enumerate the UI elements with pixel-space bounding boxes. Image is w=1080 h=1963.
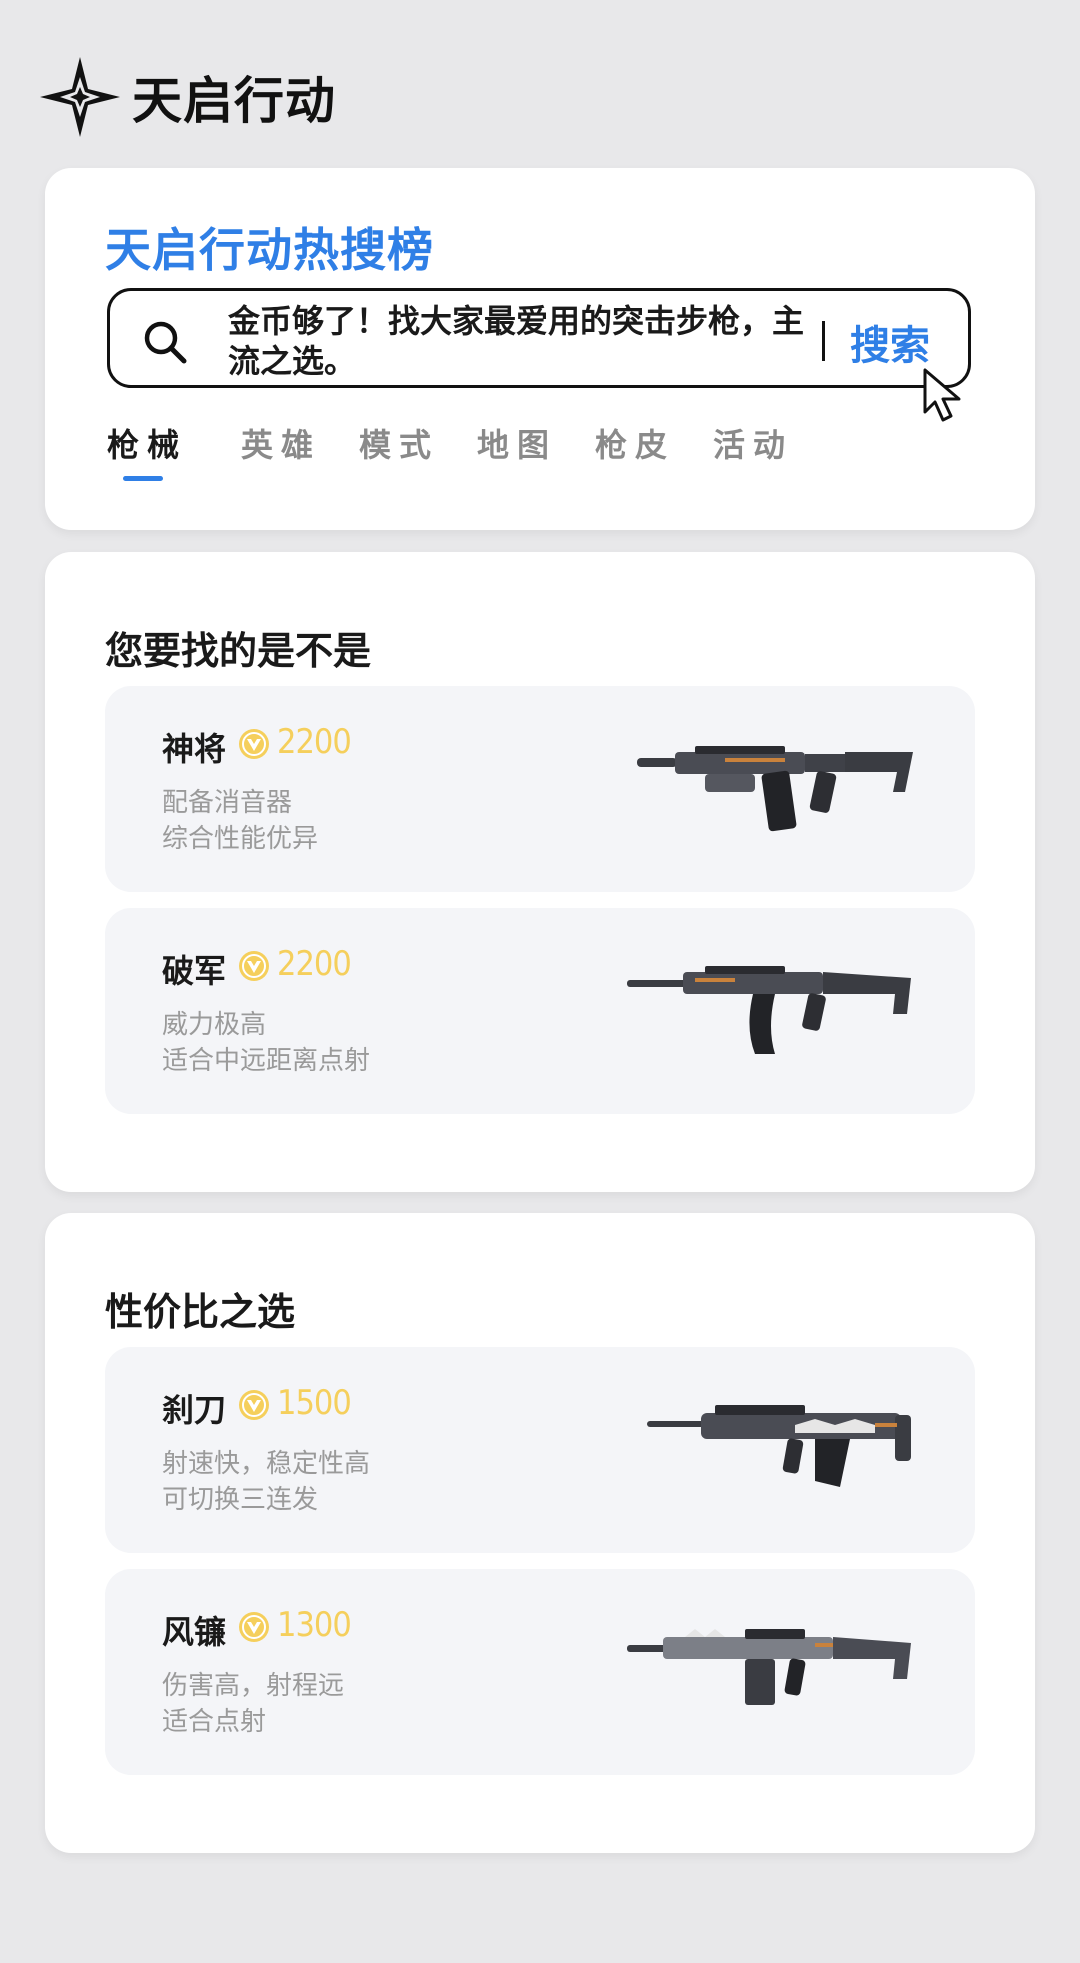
list-item[interactable]: 风镰 1300 伤害高，射程远 适合点射 xyxy=(105,1569,975,1775)
value-section: 性价比之选 刹刀 1500 射速快，稳定性高 可切换三连发 风镰 1300 伤害… xyxy=(45,1213,1035,1853)
star-compass-icon xyxy=(40,57,120,137)
section-title: 性价比之选 xyxy=(105,1290,296,1334)
active-tab-indicator xyxy=(123,476,163,481)
search-divider xyxy=(822,321,825,361)
tab-heroes[interactable]: 英雄 xyxy=(241,420,321,466)
item-desc: 伤害高，射程远 xyxy=(162,1671,345,1701)
item-price: 1500 xyxy=(277,1383,352,1423)
item-desc: 适合点射 xyxy=(162,1707,267,1737)
tab-maps[interactable]: 地图 xyxy=(477,420,557,466)
coin-icon xyxy=(239,1390,269,1420)
item-desc: 适合中远距离点射 xyxy=(162,1046,371,1076)
search-input[interactable]: 金币够了！找大家最爱用的突击步枪，主流之选。 xyxy=(228,301,818,381)
item-price: 1300 xyxy=(277,1605,352,1645)
rifle-image xyxy=(627,1629,911,1705)
search-button[interactable]: 搜索 xyxy=(850,313,930,371)
rifle-image xyxy=(627,966,911,1054)
rifle-image xyxy=(647,1405,911,1487)
item-price: 2200 xyxy=(277,722,352,762)
section-title: 您要找的是不是 xyxy=(105,629,372,673)
item-name: 刹刀 xyxy=(162,1391,227,1429)
hot-search-title: 天启行动热搜榜 xyxy=(105,223,434,277)
hot-search-card: 天启行动热搜榜 金币够了！找大家最爱用的突击步枪，主流之选。 搜索 枪械 英雄 … xyxy=(45,168,1035,530)
brand-logo: 天启行动 xyxy=(38,52,336,142)
item-price: 2200 xyxy=(277,944,352,984)
coin-icon xyxy=(239,951,269,981)
item-desc: 综合性能优异 xyxy=(162,824,319,854)
list-item[interactable]: 神将 2200 配备消音器 综合性能优异 xyxy=(105,686,975,892)
item-name: 破军 xyxy=(162,952,227,990)
list-item[interactable]: 破军 2200 威力极高 适合中远距离点射 xyxy=(105,908,975,1114)
item-desc: 可切换三连发 xyxy=(162,1485,319,1515)
coin-icon xyxy=(239,729,269,759)
coin-icon xyxy=(239,1612,269,1642)
item-desc: 射速快，稳定性高 xyxy=(162,1449,371,1479)
tab-gun-skins[interactable]: 枪皮 xyxy=(595,420,675,466)
item-name: 神将 xyxy=(162,730,227,768)
tab-events[interactable]: 活动 xyxy=(713,420,793,466)
list-item[interactable]: 刹刀 1500 射速快，稳定性高 可切换三连发 xyxy=(105,1347,975,1553)
suggestion-section: 您要找的是不是 神将 2200 配备消音器 综合性能优异 破军 2200 威力极… xyxy=(45,552,1035,1192)
tab-modes[interactable]: 模式 xyxy=(359,420,439,466)
search-icon[interactable] xyxy=(142,319,188,365)
pointer-cursor-icon xyxy=(923,368,961,422)
tab-guns[interactable]: 枪械 xyxy=(107,420,187,466)
item-desc: 威力极高 xyxy=(162,1010,267,1040)
item-desc: 配备消音器 xyxy=(162,788,293,818)
search-bar[interactable]: 金币够了！找大家最爱用的突击步枪，主流之选。 搜索 xyxy=(107,288,971,388)
item-name: 风镰 xyxy=(162,1613,227,1651)
brand-name: 天启行动 xyxy=(132,72,336,130)
rifle-image xyxy=(637,746,913,832)
